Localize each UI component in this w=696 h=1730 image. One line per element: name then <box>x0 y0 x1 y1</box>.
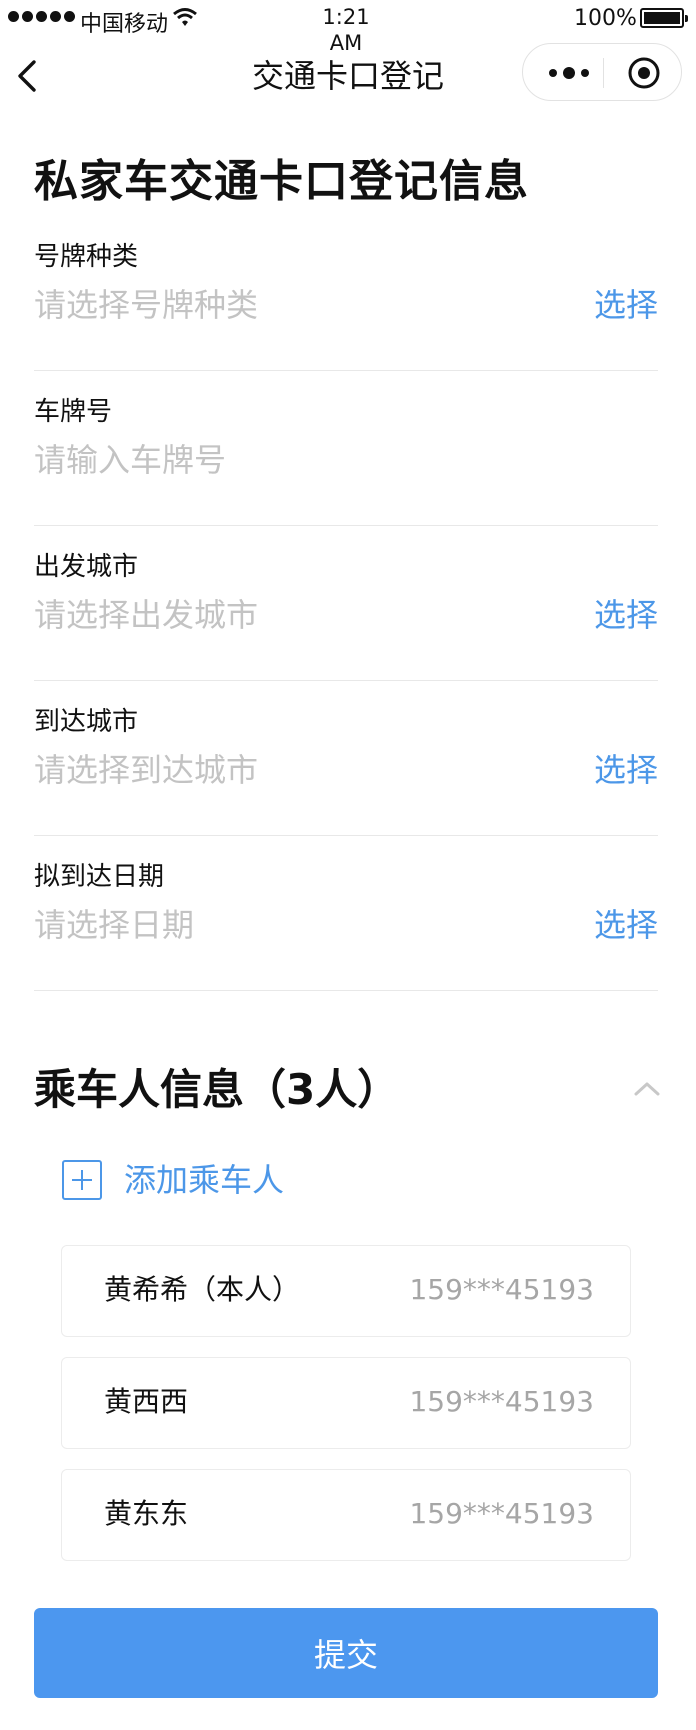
passenger-name: 黄东东 <box>104 1497 189 1530</box>
plate-number-input[interactable]: 请输入车牌号 <box>34 438 226 482</box>
departure-city-field[interactable]: 出发城市 请选择出发城市 选择 <box>34 525 658 681</box>
arrival-city-placeholder[interactable]: 请选择到达城市 <box>34 748 258 792</box>
plate-number-label: 车牌号 <box>34 397 113 427</box>
passenger-phone: 159***45193 <box>409 1385 594 1418</box>
plate-number-field[interactable]: 车牌号 请输入车牌号 <box>34 370 658 526</box>
plate-type-placeholder[interactable]: 请选择号牌种类 <box>34 283 258 327</box>
battery-icon <box>640 8 688 28</box>
add-passenger-label: 添加乘车人 <box>124 1161 285 1199</box>
carrier-label: 中国移动 <box>80 12 169 37</box>
arrival-date-select-button[interactable]: 选择 <box>594 903 658 947</box>
capsule-menu <box>522 43 682 101</box>
passenger-card[interactable]: 黄希希（本人） 159***45193 <box>61 1245 631 1337</box>
passenger-name: 黄希希（本人） <box>104 1273 301 1306</box>
arrival-date-field[interactable]: 拟到达日期 请选择日期 选择 <box>34 835 658 991</box>
submit-button[interactable]: 提交 <box>34 1608 658 1698</box>
signal-icon <box>8 11 75 22</box>
departure-city-select-button[interactable]: 选择 <box>594 593 658 637</box>
more-icon[interactable] <box>549 62 603 84</box>
arrival-city-field[interactable]: 到达城市 请选择到达城市 选择 <box>34 680 658 836</box>
departure-city-placeholder[interactable]: 请选择出发城市 <box>34 593 258 637</box>
battery-percent: 100% <box>574 6 637 31</box>
passenger-name: 黄西西 <box>104 1385 189 1418</box>
passengers-title: 乘车人信息（3人） <box>34 1065 400 1114</box>
plate-type-select-button[interactable]: 选择 <box>594 283 658 327</box>
status-bar: 中国移动 1:21 AM 100% <box>0 0 696 55</box>
passenger-card[interactable]: 黄西西 159***45193 <box>61 1357 631 1449</box>
plus-square-icon <box>62 1160 102 1200</box>
wifi-icon <box>173 8 197 26</box>
arrival-date-label: 拟到达日期 <box>34 862 165 892</box>
arrival-city-label: 到达城市 <box>34 707 139 737</box>
arrival-date-placeholder[interactable]: 请选择日期 <box>34 903 194 947</box>
form-title: 私家车交通卡口登记信息 <box>34 156 529 207</box>
capsule-divider <box>603 58 604 88</box>
chevron-up-icon[interactable] <box>632 1074 662 1104</box>
passenger-phone: 159***45193 <box>409 1497 594 1530</box>
arrival-city-select-button[interactable]: 选择 <box>594 748 658 792</box>
plate-type-field[interactable]: 号牌种类 请选择号牌种类 选择 <box>34 215 658 371</box>
plate-type-label: 号牌种类 <box>34 242 139 272</box>
passenger-card[interactable]: 黄东东 159***45193 <box>61 1469 631 1561</box>
nav-bar: 交通卡口登记 <box>0 40 696 114</box>
target-icon[interactable] <box>627 56 661 90</box>
passenger-phone: 159***45193 <box>409 1273 594 1306</box>
departure-city-label: 出发城市 <box>34 552 139 582</box>
